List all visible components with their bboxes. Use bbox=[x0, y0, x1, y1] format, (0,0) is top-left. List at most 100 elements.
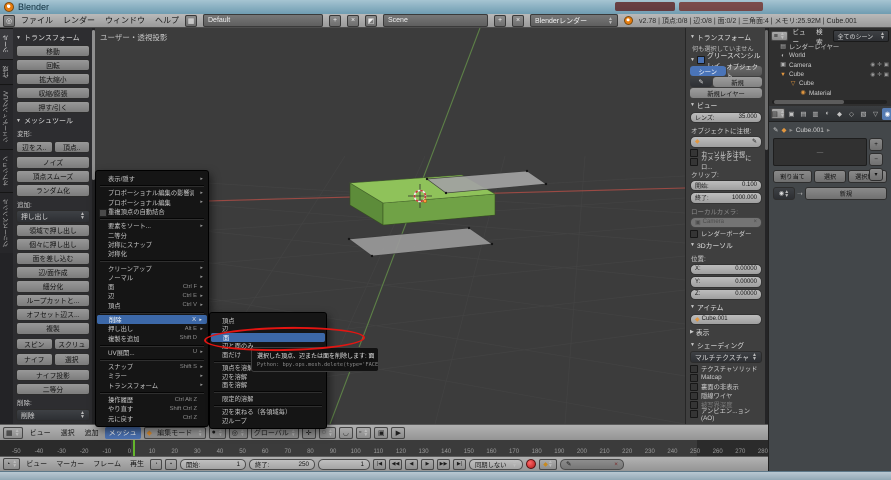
axis-number-field[interactable]: X:0.00000 bbox=[690, 264, 762, 276]
submenu-item[interactable]: 面を溶解 bbox=[210, 381, 326, 390]
lock-icon[interactable]: ▪ bbox=[165, 459, 177, 470]
panel-header-3dcursor[interactable]: ▼3Dカーソル bbox=[690, 240, 762, 251]
viewport-menu-item[interactable]: メッシュ bbox=[105, 427, 141, 439]
render-opengl-anim-button[interactable]: ▶ bbox=[391, 427, 405, 439]
shading-checkbox-row[interactable]: 裏面の非表示 bbox=[690, 382, 762, 391]
frame-start-field[interactable]: 開始:1 bbox=[180, 459, 246, 470]
outliner-item-label[interactable]: Material bbox=[809, 90, 831, 97]
prev-keyframe-button[interactable]: ◀◀ bbox=[389, 459, 402, 470]
delete-dropdown[interactable]: 削除▲▼ bbox=[16, 409, 90, 422]
outliner-row[interactable]: ▽ Cube ◉✛▣ bbox=[771, 79, 889, 88]
gpencil-scene-toggle[interactable]: シーン bbox=[690, 66, 726, 76]
menu-item[interactable]: UV展開... U ▸ bbox=[96, 348, 208, 357]
add-tool-button[interactable]: 辺/面作成 bbox=[16, 266, 90, 279]
properties-tab-icon[interactable]: ◆ bbox=[834, 108, 845, 120]
menu-item[interactable]: 面 Ctrl F ▸ bbox=[96, 282, 208, 291]
clear-icon[interactable]: × bbox=[614, 461, 618, 468]
menu-item[interactable]: スナップ Shift S ▸ bbox=[96, 362, 208, 371]
axis-number-field[interactable]: Z:0.00000 bbox=[690, 289, 762, 301]
current-frame-field[interactable]: 1 bbox=[318, 459, 370, 470]
restrict-icons[interactable]: ◉✛▣ bbox=[870, 62, 889, 68]
remove-slot-button[interactable]: − bbox=[869, 153, 883, 166]
keying-set-dropdown[interactable]: ◆▲▼ bbox=[539, 459, 557, 470]
restrict-icons[interactable]: ◉✛▣ bbox=[870, 72, 889, 78]
new-material-button[interactable]: 新規 bbox=[805, 187, 887, 200]
add-tool-button[interactable]: 複製 bbox=[16, 322, 90, 335]
add-layout-button[interactable]: + bbox=[329, 15, 341, 27]
submenu-item[interactable]: 辺を溶解 bbox=[210, 372, 326, 381]
add-tool-button[interactable]: ナイフ投影 bbox=[16, 369, 90, 382]
add-tool-button[interactable]: 二等分 bbox=[16, 383, 90, 396]
select-button[interactable]: 選択 bbox=[814, 170, 846, 183]
scene-icon[interactable]: ◩ bbox=[365, 15, 377, 27]
properties-tab-icon[interactable]: ▧ bbox=[858, 108, 869, 120]
add-tool-button[interactable]: ループカットと... bbox=[16, 294, 90, 307]
panel-header-meshtools[interactable]: ▼メッシュツール bbox=[16, 115, 90, 126]
play-button[interactable]: ▶ bbox=[421, 459, 434, 470]
outliner-row[interactable]: ▤ レンダーレイヤー ◉✛▣ bbox=[771, 42, 889, 51]
toolshelf-tab[interactable]: グリースペンシル bbox=[0, 192, 13, 253]
menu-item[interactable]: 対称化 ▸ bbox=[96, 249, 208, 258]
frame-end-field[interactable]: 終了:250 bbox=[249, 459, 315, 470]
shading-checkbox-row[interactable]: テクスチャソリッド bbox=[690, 364, 762, 373]
properties-editor-dropdown[interactable]: ▤▲▼ bbox=[771, 108, 785, 119]
delete-layout-button[interactable]: × bbox=[347, 15, 359, 27]
transform-tool-button[interactable]: 押す/引く bbox=[16, 101, 90, 114]
add-tool-button[interactable]: 細分化 bbox=[16, 280, 90, 293]
material-slot-list[interactable]: — bbox=[773, 138, 867, 166]
eyedropper-icon[interactable]: ✎ bbox=[773, 126, 778, 134]
eyedropper-icon[interactable]: ✎ bbox=[566, 461, 571, 468]
deform-tool-button[interactable]: ランダム化 bbox=[16, 184, 90, 197]
timeline-menu-item[interactable]: ビュー bbox=[26, 459, 47, 469]
properties-tab-icon[interactable]: ▣ bbox=[786, 108, 797, 120]
timeline-menu-item[interactable]: 再生 bbox=[130, 459, 144, 469]
timeline-menu-item[interactable]: フレーム bbox=[93, 459, 121, 469]
info-menu-item[interactable]: ファイル bbox=[21, 15, 53, 26]
toolshelf-tab[interactable]: ツール bbox=[0, 28, 13, 59]
toolshelf-tab[interactable]: 作成 bbox=[0, 59, 13, 84]
menu-item[interactable]: 重複頂点の自動結合 ▸ bbox=[96, 207, 208, 216]
add-tool-button[interactable]: オフセット辺ス... bbox=[16, 308, 90, 321]
outliner-row[interactable]: ◉ Material ◉✛▣ bbox=[771, 88, 889, 97]
knife-button[interactable]: ナイフ bbox=[16, 353, 53, 366]
menu-item[interactable]: 押し出し Alt E ▸ bbox=[96, 324, 208, 333]
panel-header-item[interactable]: ▼アイテム bbox=[690, 302, 762, 313]
gray-plane-upper[interactable] bbox=[427, 171, 546, 193]
clip-start-slider[interactable]: 開始:0.100 bbox=[690, 180, 762, 192]
outliner-item-label[interactable]: World bbox=[789, 52, 805, 59]
outliner-scope-dropdown[interactable]: 全てのシーン▲▼ bbox=[833, 30, 889, 42]
vertex-slide-button[interactable]: 頂点.. bbox=[54, 141, 91, 154]
submenu-item[interactable]: 辺ループ bbox=[210, 416, 326, 425]
jump-start-button[interactable]: |◀ bbox=[373, 459, 386, 470]
add-tool-button[interactable]: 個々に押し出し bbox=[16, 238, 90, 251]
add-tool-button[interactable]: 領域で押し出し bbox=[16, 224, 90, 237]
jump-end-button[interactable]: ▶| bbox=[453, 459, 466, 470]
gray-plane-lower[interactable] bbox=[349, 228, 492, 256]
transform-tool-button[interactable]: 拡大縮小 bbox=[16, 73, 90, 86]
snap-element-dropdown[interactable]: ▫▲▼ bbox=[356, 427, 371, 439]
shading-mode-dropdown[interactable]: マルチテクスチャ▲▼ bbox=[690, 351, 762, 363]
gpencil-checkbox[interactable] bbox=[697, 56, 705, 64]
panel-header-display[interactable]: ▶表示 bbox=[690, 327, 762, 338]
outliner-item-label[interactable]: Cube bbox=[799, 80, 814, 87]
delete-scene-button[interactable]: × bbox=[512, 15, 524, 27]
render-border-check[interactable]: レンダーボーダー bbox=[690, 229, 762, 238]
extrude-dropdown[interactable]: 押し出し▲▼ bbox=[16, 210, 90, 223]
menu-item[interactable]: 辺 Ctrl E ▸ bbox=[96, 291, 208, 300]
editor-type-dropdown[interactable]: ▦▲▼ bbox=[3, 427, 23, 439]
axis-number-field[interactable]: Y:0.00000 bbox=[690, 276, 762, 288]
record-button[interactable] bbox=[526, 459, 536, 469]
spin-button[interactable]: スピン bbox=[16, 338, 53, 351]
shading-checkbox-row[interactable]: Matcap bbox=[690, 373, 762, 382]
menu-item[interactable]: 要素をソート... ▸ bbox=[96, 221, 208, 230]
outliner-row[interactable]: ▣ Camera ◉✛▣ bbox=[771, 61, 889, 70]
lens-slider[interactable]: レンズ:35.000 bbox=[690, 112, 762, 124]
item-name-field[interactable]: ◆Cube.001 bbox=[690, 314, 762, 326]
submenu-item[interactable]: 辺 bbox=[210, 325, 326, 334]
add-tool-button[interactable]: 面を差し込む bbox=[16, 252, 90, 265]
info-menu-item[interactable]: ウィンドウ bbox=[105, 15, 145, 26]
outliner-editor-dropdown[interactable]: ≡▲▼ bbox=[771, 31, 788, 41]
menu-item[interactable]: プロポーショナル編集の影響減衰タイプ ▸ bbox=[96, 188, 208, 197]
viewport-menu-item[interactable]: 追加 bbox=[81, 427, 103, 439]
viewport-menu-item[interactable]: ビュー bbox=[26, 427, 55, 439]
